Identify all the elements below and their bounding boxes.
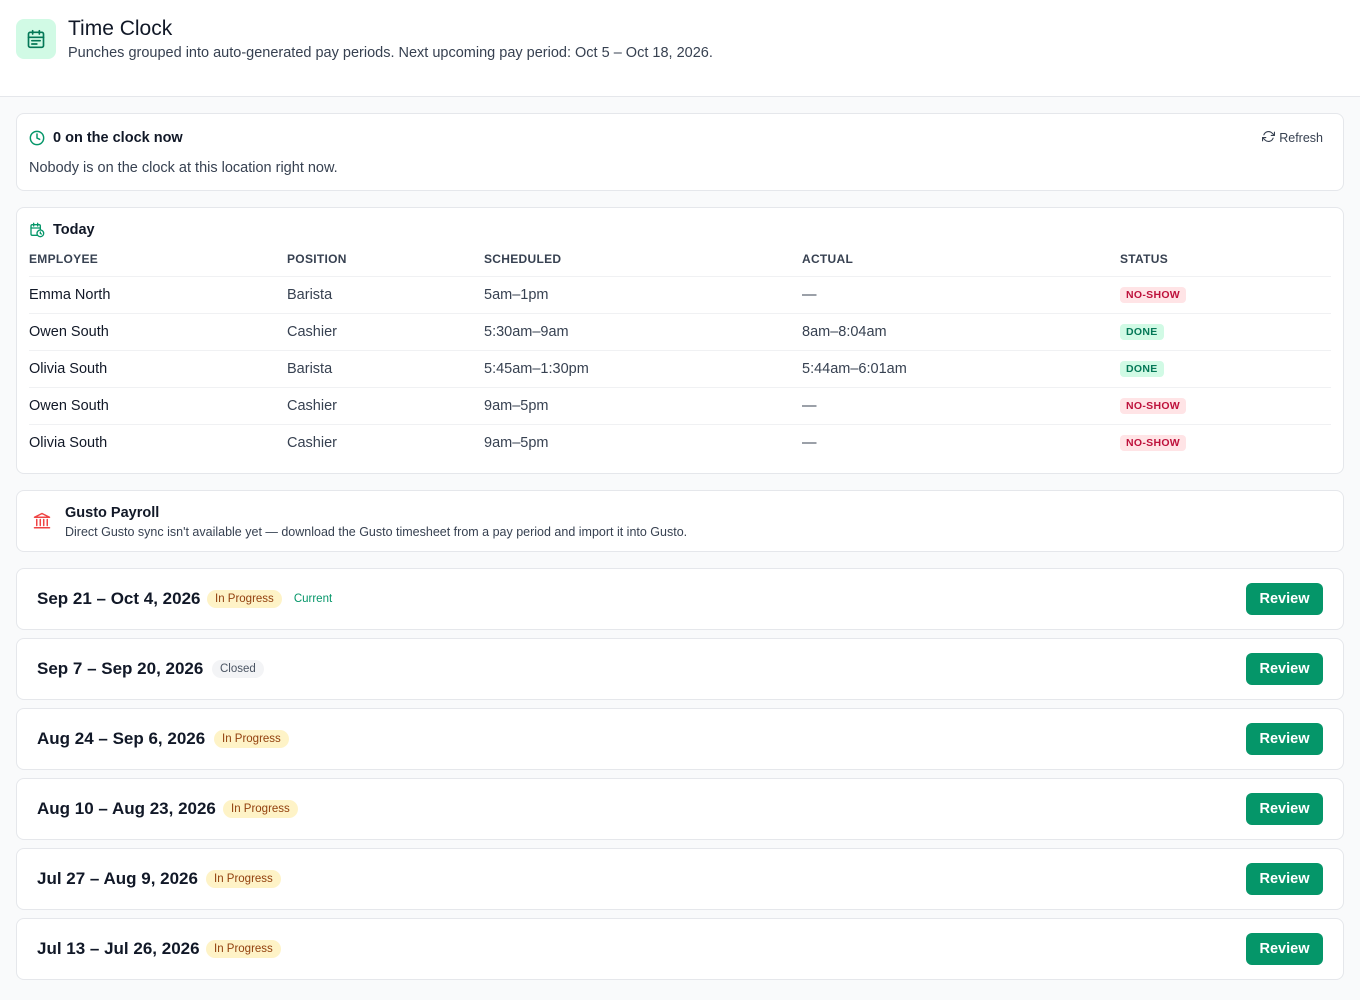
scheduled-time: 5:45am–1:30pm [484,350,802,388]
table-row: Olivia South Cashier 9am–5pm — NO-SHOW [29,424,1331,461]
review-button[interactable]: Review [1246,723,1323,755]
pay-period-label: Jul 13 – Jul 26, 2026 [37,939,200,958]
on-clock-empty-message: Nobody is on the clock at this location … [29,160,338,176]
status-badge: NO-SHOW [1120,435,1187,452]
position: Cashier [287,313,484,351]
gusto-message: Direct Gusto sync isn't available yet — … [65,525,688,539]
pay-period-card: Sep 21 – Oct 4, 2026 In Progress Current… [16,568,1344,630]
pay-period-badges: In Progress [206,940,281,958]
status-badge: Closed [212,660,264,678]
pay-period-badges: In Progress [223,800,298,818]
status-badge: DONE [1120,361,1164,377]
pay-period-label: Jul 27 – Aug 9, 2026 [37,869,198,888]
scheduled-time: 9am–5pm [484,387,802,425]
review-button[interactable]: Review [1246,863,1323,895]
employee-name: Olivia South [29,350,287,388]
pay-period-badges: In Progress [206,870,281,888]
employee-name: Owen South [29,313,287,351]
today-table: EMPLOYEE POSITION SCHEDULED ACTUAL STATU… [29,252,1331,461]
scheduled-time: 9am–5pm [484,434,549,451]
table-row: Olivia South Barista 5:45am–1:30pm 5:44a… [29,350,1331,388]
page-header: Time Clock Punches grouped into auto-gen… [0,0,1360,97]
status-cell: NO-SHOW [1120,387,1331,425]
pay-period-card: Jul 13 – Jul 26, 2026 In Progress Review [16,918,1344,980]
status-badge: NO-SHOW [1120,398,1187,414]
today-card: Today EMPLOYEE POSITION SCHEDULED ACTUAL… [16,207,1344,474]
scheduled-time: 5:30am–9am [484,313,802,351]
actual-time: 8am–8:04am [802,313,1120,351]
pay-period-badges: In Progress Current [207,590,332,608]
status-badge: DONE [1120,324,1164,340]
status-cell: NO-SHOW [1120,424,1331,461]
page-title: Time Clock [68,17,173,40]
status-badge: In Progress [223,800,298,818]
pay-period-label: Sep 7 – Sep 20, 2026 [37,659,204,678]
pay-period-card: Jul 27 – Aug 9, 2026 In Progress Review [16,848,1344,910]
calendar-icon [16,19,56,59]
scheduled-time: 5am–1pm [484,276,802,314]
employee-name: Emma North [29,276,287,314]
pay-period-label: Aug 10 – Aug 23, 2026 [37,799,216,818]
column-header-employee: EMPLOYEE [29,252,287,277]
position: Barista [287,276,484,314]
column-header-scheduled: SCHEDULED [484,252,802,277]
table-row: Owen South Cashier 5:30am–9am 8am–8:04am… [29,313,1331,351]
status-cell: NO-SHOW [1120,276,1331,314]
refresh-button[interactable]: Refresh [1262,130,1323,146]
review-button[interactable]: Review [1246,933,1323,965]
actual-time: — [802,434,817,451]
gusto-title: Gusto Payroll [65,505,160,521]
pay-period-label: Sep 21 – Oct 4, 2026 [37,589,201,608]
pay-period-card: Aug 24 – Sep 6, 2026 In Progress Review [16,708,1344,770]
column-header-position: POSITION [287,252,484,277]
on-clock-card: 0 on the clock now Nobody is on the cloc… [16,113,1344,191]
column-header-actual: ACTUAL [802,252,1120,277]
today-title: Today [53,222,95,238]
status-badge: In Progress [207,590,282,608]
actual-time: 5:44am–6:01am [802,350,1120,388]
table-row: Owen South Cashier 9am–5pm — NO-SHOW [29,387,1331,425]
pay-period-badges: In Progress [214,730,289,748]
status-cell: DONE [1120,350,1331,388]
bank-icon [33,512,51,535]
review-button[interactable]: Review [1246,583,1323,615]
position: Cashier [287,387,484,425]
on-clock-title: 0 on the clock now [53,130,183,146]
employee-name: Owen South [29,387,287,425]
refresh-icon [1262,130,1276,146]
actual-time: — [802,276,1120,314]
review-button[interactable]: Review [1246,653,1323,685]
status-cell: DONE [1120,313,1331,351]
review-button[interactable]: Review [1246,793,1323,825]
pay-period-badges: Closed [212,660,264,678]
refresh-label: Refresh [1279,131,1323,145]
status-badge: In Progress [214,730,289,748]
actual-time: — [802,387,1120,425]
calendar-clock-icon [29,222,45,243]
position: Cashier [287,434,337,451]
table-row: Emma North Barista 5am–1pm — NO-SHOW [29,276,1331,314]
current-badge: Current [293,593,333,605]
status-badge: In Progress [206,870,281,888]
gusto-payroll-card: Gusto Payroll Direct Gusto sync isn't av… [16,490,1344,552]
page-subtitle: Punches grouped into auto-generated pay … [68,45,713,61]
clock-icon [29,130,45,151]
employee-name: Olivia South [29,434,108,451]
pay-period-card: Aug 10 – Aug 23, 2026 In Progress Review [16,778,1344,840]
pay-period-card: Sep 7 – Sep 20, 2026 Closed Review [16,638,1344,700]
pay-period-label: Aug 24 – Sep 6, 2026 [37,729,206,748]
column-header-status: STATUS [1120,252,1331,277]
status-badge: In Progress [206,940,281,958]
position: Barista [287,350,484,388]
status-badge: NO-SHOW [1120,287,1187,303]
